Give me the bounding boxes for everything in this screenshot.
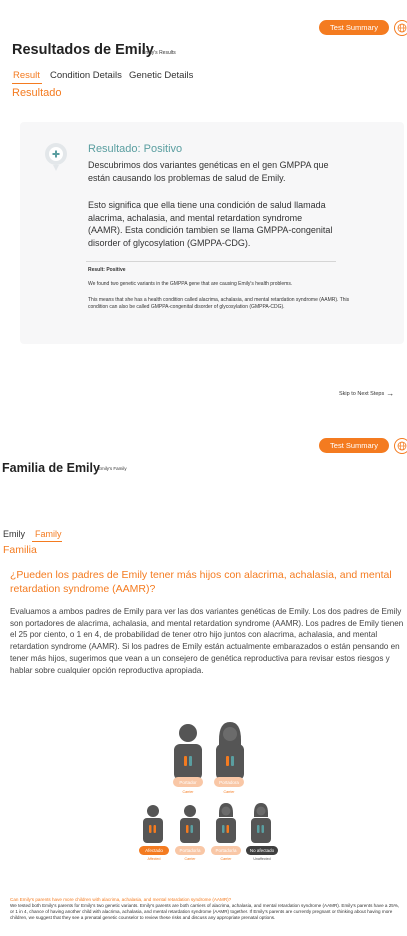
- child-figure-carrier-2: [216, 803, 236, 843]
- globe-icon[interactable]: [394, 20, 407, 36]
- child-figure-unaffected: [251, 803, 271, 843]
- test-summary-button-2[interactable]: Test Summary: [319, 438, 389, 453]
- result-card: Resultado: Positivo Descubrimos dos vari…: [20, 122, 404, 344]
- mother-status-badge: Portadora: [214, 777, 244, 787]
- family-question: ¿Pueden los padres de Emily tener más hi…: [10, 569, 392, 595]
- result-paragraph-1: Descubrimos dos variantes genéticas en e…: [88, 160, 329, 183]
- english-family-paragraph: We tested both Emily's parents for Emily…: [10, 903, 400, 920]
- child-carrier-1-badge: Portador/a: [175, 846, 205, 855]
- test-summary-button[interactable]: Test Summary: [319, 20, 389, 35]
- family-paragraph: Evaluamos a ambos padres de Emily para v…: [10, 607, 404, 675]
- tab-underline: [32, 541, 62, 542]
- globe-icon[interactable]: [394, 438, 407, 454]
- plus-shield-icon: [43, 142, 69, 177]
- result-heading: Resultado: Positivo: [88, 143, 183, 155]
- english-paragraph-1: We found two genetic variants in the GMP…: [88, 281, 293, 287]
- family-page-title: Familia de Emily: [2, 461, 100, 475]
- child-carrier-2-badge: Portador/a: [211, 846, 241, 855]
- divider: [86, 261, 336, 262]
- tab-result[interactable]: Result: [13, 70, 40, 81]
- child-carrier-1-sub: Carrier: [184, 857, 196, 861]
- english-family-question: Can Emily's parents have more children w…: [10, 897, 232, 902]
- section-heading-family: Familia: [3, 544, 37, 556]
- inheritance-diagram: [143, 722, 271, 843]
- child-affected-badge: Afectado: [139, 846, 169, 855]
- english-result-heading: Result: Positive: [88, 267, 126, 273]
- tab-family[interactable]: Family: [35, 529, 62, 539]
- skip-to-next-steps-link[interactable]: Skip to Next Steps →: [339, 389, 394, 398]
- result-paragraph-2: Esto significa que ella tiene una condic…: [88, 200, 333, 248]
- child-affected-sub: Affected: [147, 857, 161, 861]
- tab-underline: [12, 83, 42, 84]
- father-status-sub: Carrier: [182, 790, 194, 794]
- mother-status-sub: Carrier: [223, 790, 235, 794]
- tab-emily[interactable]: Emily: [3, 529, 25, 539]
- tab-genetic-details[interactable]: Genetic Details: [129, 70, 193, 81]
- child-carrier-2-sub: Carrier: [220, 857, 232, 861]
- english-paragraph-2: This means that she has a health conditi…: [88, 297, 350, 310]
- father-figure: [174, 724, 202, 780]
- section-heading-result: Resultado: [12, 87, 62, 99]
- child-figure-carrier-1: [180, 805, 200, 843]
- child-unaffected-badge: No afectado: [246, 846, 278, 855]
- mother-figure: [216, 722, 244, 780]
- child-unaffected-sub: Unaffected: [253, 857, 271, 861]
- tab-condition-details[interactable]: Condition Details: [50, 70, 122, 81]
- page-subtitle: Emily's Results: [142, 50, 176, 56]
- child-figure-affected: [143, 805, 163, 843]
- father-status-badge: Portador: [173, 777, 203, 787]
- page-title: Resultados de Emily: [12, 42, 154, 58]
- skip-link-label: Skip to Next Steps: [339, 390, 385, 397]
- family-page-subtitle: Emily's Family: [98, 466, 127, 471]
- arrow-right-icon: →: [386, 389, 395, 398]
